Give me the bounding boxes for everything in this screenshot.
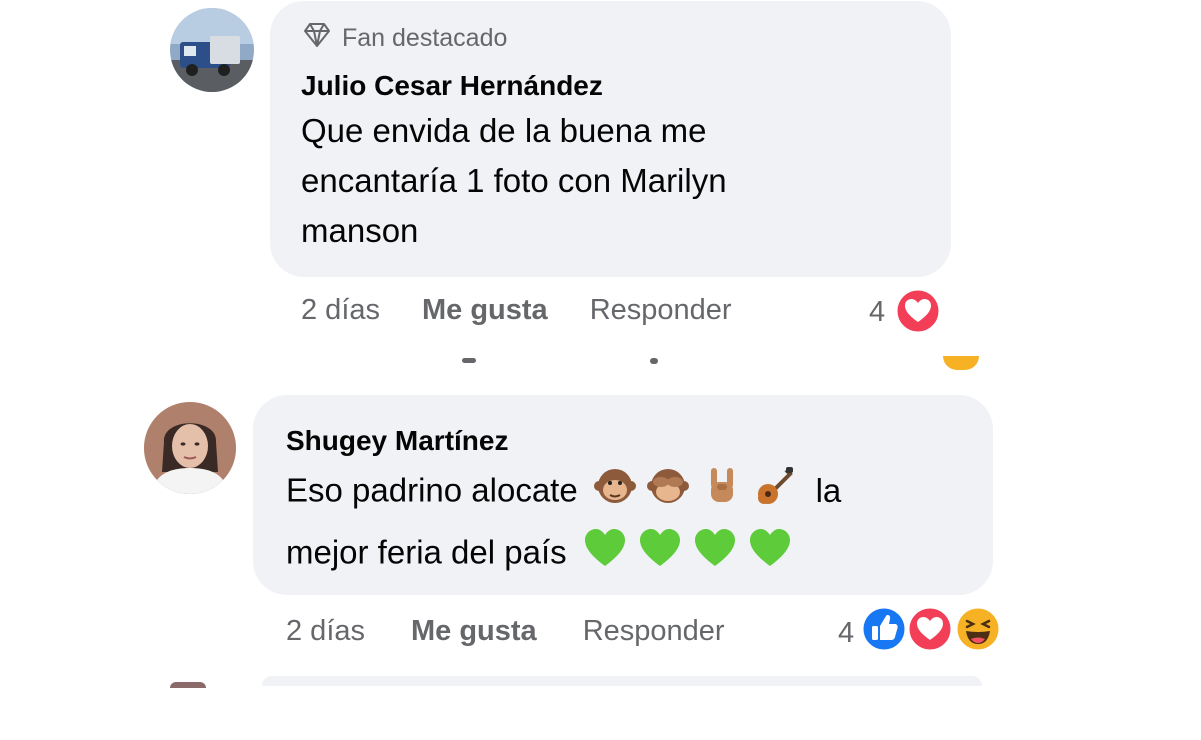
- comment-text: Que envida de la buena me encantaría 1 f…: [301, 106, 921, 256]
- comment-actions: 2 días Me gusta Responder: [301, 294, 732, 327]
- comment-text-segment: la: [815, 471, 842, 509]
- like-reaction-icon: [860, 605, 908, 653]
- comment-actions: 2 días Me gusta Responder: [286, 615, 725, 648]
- reply-button[interactable]: Responder: [583, 615, 725, 648]
- comment-timestamp[interactable]: 2 días: [286, 615, 365, 648]
- comment-text: Eso padrino alocate la mejor feria del p…: [286, 464, 976, 584]
- clipped-content-fragment: [650, 358, 658, 364]
- sign-of-horns-emoji: [699, 464, 743, 522]
- green-heart-emoji: [637, 526, 683, 584]
- avatar[interactable]: [144, 402, 236, 494]
- top-fan-badge: Fan destacado: [302, 22, 507, 55]
- clipped-reaction-fragment: [943, 356, 979, 370]
- comment-author[interactable]: Shugey Martínez: [286, 425, 508, 457]
- comment-text-line: Eso padrino alocate la: [286, 464, 976, 522]
- comment-text-line: manson: [301, 212, 419, 249]
- clipped-bubble-fragment: [262, 676, 982, 686]
- reaction-count[interactable]: 4: [869, 296, 885, 329]
- love-reaction-icon[interactable]: [894, 287, 942, 340]
- like-button[interactable]: Me gusta: [411, 615, 537, 648]
- green-heart-emoji: [747, 526, 793, 584]
- see-no-evil-monkey-emoji: [646, 464, 690, 522]
- comment-text-segment: Eso padrino alocate: [286, 471, 578, 509]
- comment-text-line: Que envida de la buena me: [301, 112, 707, 149]
- love-reaction-icon: [906, 605, 954, 653]
- green-heart-emoji: [582, 526, 628, 584]
- reaction-count[interactable]: 4: [838, 617, 854, 650]
- avatar[interactable]: [170, 8, 254, 92]
- avatar-photo: [144, 402, 236, 494]
- reaction-summary[interactable]: [860, 604, 1010, 660]
- comment-text-line: mejor feria del país: [286, 526, 976, 584]
- clipped-content-fragment: [462, 358, 476, 363]
- avatar-photo: [170, 8, 254, 92]
- comment-text-line: encantaría 1 foto con Marilyn: [301, 162, 727, 199]
- comment-text-segment: mejor feria del país: [286, 533, 567, 571]
- diamond-icon: [302, 22, 332, 55]
- green-heart-emoji: [692, 526, 738, 584]
- clipped-avatar-fragment: [170, 682, 206, 688]
- reply-button[interactable]: Responder: [590, 294, 732, 327]
- haha-reaction-icon: [954, 605, 1002, 653]
- guitar-emoji: [752, 464, 796, 522]
- like-button[interactable]: Me gusta: [422, 294, 548, 327]
- badge-label: Fan destacado: [342, 24, 508, 52]
- monkey-emoji: [593, 464, 637, 522]
- comment-timestamp[interactable]: 2 días: [301, 294, 380, 327]
- comment-author[interactable]: Julio Cesar Hernández: [301, 70, 603, 102]
